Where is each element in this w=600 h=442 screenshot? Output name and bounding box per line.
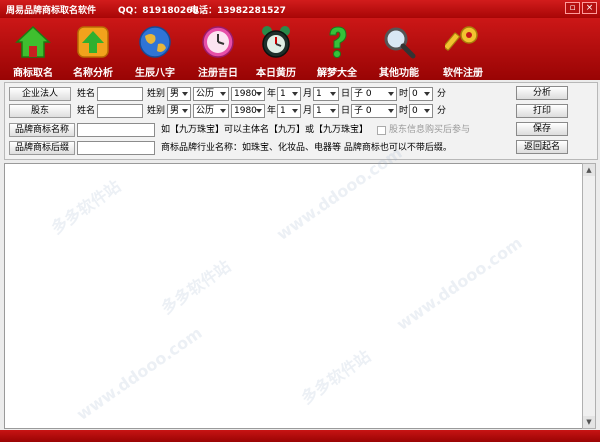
- brand-name-input[interactable]: [77, 123, 155, 137]
- legal-person-gender-select[interactable]: 男: [167, 87, 191, 101]
- brand-name-label: 品牌商标名称: [9, 123, 75, 137]
- chevron-down-icon: [220, 109, 226, 113]
- shareholder-hour-select[interactable]: 子 0: [351, 104, 397, 118]
- shareholder-gender-select[interactable]: 男: [167, 104, 191, 118]
- tool-name-analysis[interactable]: 名称分析: [58, 20, 128, 79]
- tool-birth-chart[interactable]: 生辰八字: [120, 20, 190, 79]
- hour-unit: 时: [399, 89, 409, 99]
- gender-label: 姓别: [147, 89, 166, 99]
- watermark-url: www.ddooo.com: [392, 233, 526, 334]
- print-button[interactable]: 打印: [516, 104, 568, 118]
- legal-person-year-select[interactable]: 1980: [231, 87, 265, 101]
- magnifier-icon: [384, 27, 416, 59]
- brand-suffix-hint: 商标品牌行业名称：如珠宝、化妆品、电器等 品牌商标也可以不带后缀。: [161, 143, 452, 153]
- month-unit: 月: [303, 89, 313, 99]
- year-unit: 年: [267, 89, 277, 99]
- chevron-down-icon: [292, 109, 298, 113]
- minute-unit: 分: [437, 106, 447, 116]
- chevron-down-icon: [292, 92, 298, 96]
- brand-name-hint: 如【九万珠宝】可以主体名【九万】或【九万珠宝】: [161, 125, 369, 135]
- phone-contact: 电话：13982281527: [190, 6, 286, 16]
- close-button[interactable]: ×: [582, 2, 597, 14]
- hour-unit: 时: [399, 106, 409, 116]
- vertical-scrollbar[interactable]: ▲ ▼: [582, 163, 596, 429]
- minimize-button[interactable]: ▫: [565, 2, 580, 14]
- scroll-up-icon[interactable]: ▲: [583, 164, 595, 176]
- tool-dream-interpretation[interactable]: 解梦大全: [302, 20, 372, 79]
- watermark-text: 多多软件站: [297, 346, 375, 408]
- legal-person-calendar-select[interactable]: 公历: [193, 87, 229, 101]
- role-label-shareholder[interactable]: 股东: [9, 104, 71, 118]
- chevron-down-icon: [330, 92, 336, 96]
- title-bar: 周易品牌商标取名软件 QQ：819180265 电话：13982281527 ▫…: [0, 0, 600, 18]
- main-toolbar: 商标取名 名称分析 生辰八字 注册吉日 本日黄历 解梦大全 其他功能 软件注册: [0, 18, 600, 80]
- tool-software-register[interactable]: 软件注册: [428, 20, 498, 79]
- shareholder-day-select[interactable]: 1: [313, 104, 339, 118]
- chevron-down-icon: [424, 109, 430, 113]
- shareholder-name-input[interactable]: [97, 104, 143, 118]
- chevron-down-icon: [388, 109, 394, 113]
- chevron-down-icon: [220, 92, 226, 96]
- legal-person-day-select[interactable]: 1: [313, 87, 339, 101]
- month-unit: 月: [303, 106, 313, 116]
- chevron-down-icon: [256, 109, 262, 113]
- shareholder-calendar-select[interactable]: 公历: [193, 104, 229, 118]
- key-icon: [445, 26, 478, 51]
- scroll-down-icon[interactable]: ▼: [583, 416, 595, 428]
- chevron-down-icon: [182, 92, 188, 96]
- brand-suffix-input[interactable]: [77, 141, 155, 155]
- globe-icon: [139, 26, 171, 58]
- input-panel: 企业法人 姓名 姓别 男 公历 1980 年 1 月 1 日 子 0 时 0 分…: [4, 82, 598, 160]
- legal-person-month-select[interactable]: 1: [277, 87, 301, 101]
- watermark-text: 多多软件站: [47, 176, 125, 238]
- chevron-down-icon: [330, 109, 336, 113]
- brand-suffix-label: 品牌商标后缀: [9, 141, 75, 155]
- watermark-text: 多多软件站: [157, 256, 235, 318]
- watermark-url: www.ddooo.com: [72, 323, 206, 424]
- up-arrow-icon: [77, 26, 109, 58]
- shareholder-year-select[interactable]: 1980: [231, 104, 265, 118]
- tool-other-functions[interactable]: 其他功能: [364, 20, 434, 79]
- house-icon: [15, 25, 51, 58]
- name-label: 姓名: [77, 106, 96, 116]
- legal-person-name-input[interactable]: [97, 87, 143, 101]
- gender-label: 姓别: [147, 106, 166, 116]
- result-text-area[interactable]: 多多软件站 www.ddooo.com 多多软件站 www.ddooo.com …: [4, 143, 584, 429]
- day-unit: 日: [341, 106, 351, 116]
- chevron-down-icon: [424, 92, 430, 96]
- shareholder-info-checkbox-label: 股东信息购买后参与: [389, 125, 471, 135]
- legal-person-hour-select[interactable]: 子 0: [351, 87, 397, 101]
- back-to-naming-button[interactable]: 返回起名: [516, 140, 568, 154]
- save-button[interactable]: 保存: [516, 122, 568, 136]
- year-unit: 年: [267, 106, 277, 116]
- app-window: 周易品牌商标取名软件 QQ：819180265 电话：13982281527 ▫…: [0, 0, 600, 442]
- chevron-down-icon: [388, 92, 394, 96]
- role-label-legal-person[interactable]: 企业法人: [9, 87, 71, 101]
- name-label: 姓名: [77, 89, 96, 99]
- shareholder-minute-select[interactable]: 0: [409, 104, 433, 118]
- chevron-down-icon: [182, 109, 188, 113]
- clock-icon: [202, 26, 234, 58]
- alarm-clock-icon: [262, 26, 290, 58]
- minute-unit: 分: [437, 89, 447, 99]
- legal-person-minute-select[interactable]: 0: [409, 87, 433, 101]
- footer-bar: [0, 430, 600, 442]
- shareholder-info-checkbox[interactable]: [377, 126, 386, 135]
- window-title: 周易品牌商标取名软件: [6, 6, 97, 16]
- day-unit: 日: [341, 89, 351, 99]
- chevron-down-icon: [256, 92, 262, 96]
- question-icon: [329, 26, 347, 58]
- analyze-button[interactable]: 分析: [516, 86, 568, 100]
- shareholder-month-select[interactable]: 1: [277, 104, 301, 118]
- tool-daily-almanac[interactable]: 本日黄历: [241, 20, 311, 79]
- qq-contact: QQ：819180265: [118, 6, 199, 16]
